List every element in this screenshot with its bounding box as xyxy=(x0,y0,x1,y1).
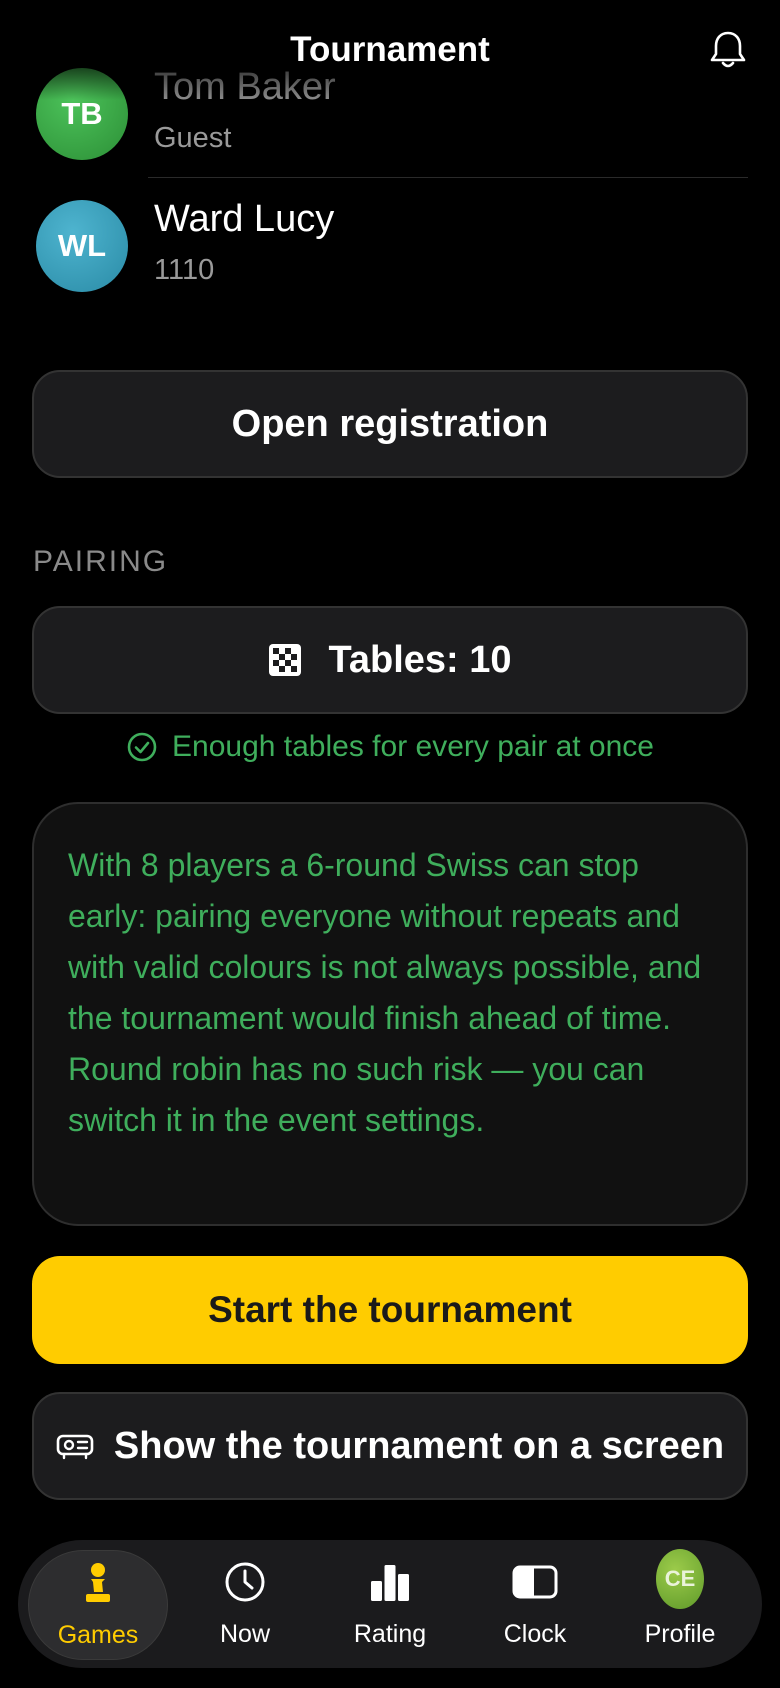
avatar-initials: TB xyxy=(61,96,103,131)
player-rating: 1110 xyxy=(154,254,215,286)
pawn-icon xyxy=(86,1563,110,1602)
nav-item-now[interactable]: Now xyxy=(175,1550,315,1660)
player-name: Ward Lucy xyxy=(154,198,335,240)
bell-icon[interactable] xyxy=(706,28,750,72)
section-label-pairing: PAIRING xyxy=(33,545,169,578)
start-tournament-label: Start the tournament xyxy=(208,1289,572,1330)
tables-label: Tables: 10 xyxy=(328,638,512,681)
nav-label: Profile xyxy=(644,1620,716,1648)
nav-item-rating[interactable]: Rating xyxy=(320,1550,460,1660)
nav-label: Games xyxy=(57,1621,139,1649)
nav-label: Rating xyxy=(353,1620,427,1648)
chessboard-icon xyxy=(269,644,302,676)
check-circle-icon xyxy=(127,732,157,762)
show-on-screen-label: Show the tournament on a screen xyxy=(113,1424,725,1467)
open-registration-button[interactable]: Open registration xyxy=(32,370,748,478)
avatar: WL xyxy=(36,200,128,292)
projector-icon xyxy=(56,1434,94,1460)
chess-clock-icon xyxy=(512,1565,558,1599)
show-on-screen-button[interactable]: Show the tournament on a screen xyxy=(32,1392,748,1500)
bar-chart-icon xyxy=(371,1565,409,1601)
nav-label: Clock xyxy=(503,1620,567,1648)
nav-item-clock[interactable]: Clock xyxy=(465,1550,605,1660)
open-registration-label: Open registration xyxy=(231,402,549,445)
swiss-info-note: With 8 players a 6-round Swiss can stop … xyxy=(32,802,748,1226)
tables-status: Enough tables for every pair at once xyxy=(0,730,780,764)
divider xyxy=(148,177,748,178)
player-rating: Guest xyxy=(154,122,232,154)
top-bar: Tournament xyxy=(0,0,780,100)
page-title: Tournament xyxy=(290,30,490,69)
nav-item-profile[interactable]: CE Profile xyxy=(610,1549,750,1660)
nav-label: Now xyxy=(219,1620,270,1648)
start-tournament-button[interactable]: Start the tournament xyxy=(32,1256,748,1364)
clock-icon xyxy=(225,1562,265,1602)
player-row[interactable]: WL Ward Lucy 1110 xyxy=(36,190,746,300)
tables-status-text: Enough tables for every pair at once xyxy=(172,730,654,763)
nav-item-games[interactable]: Games xyxy=(28,1550,168,1660)
avatar-initials: WL xyxy=(57,228,107,263)
swiss-info-text: With 8 players a 6-round Swiss can stop … xyxy=(68,847,702,1138)
tables-button[interactable]: Tables: 10 xyxy=(32,606,748,714)
bottom-nav: Games Now Rating Clock CE Profile xyxy=(18,1540,762,1668)
avatar: CE xyxy=(656,1549,704,1609)
profile-initials: CE xyxy=(664,1566,696,1591)
